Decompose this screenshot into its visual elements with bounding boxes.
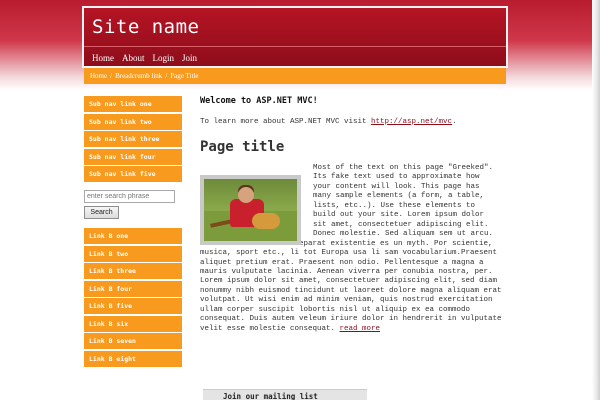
link-b-three[interactable]: Link B three — [84, 263, 182, 279]
welcome-heading: Welcome to ASP.NET MVC! — [200, 96, 318, 106]
search-button[interactable]: Search — [84, 206, 119, 219]
site-header: Site name Home About Login Join — [82, 6, 508, 68]
breadcrumb: Home / Breadcrumb link / Page Title — [84, 68, 506, 84]
feature-photo — [200, 175, 301, 245]
read-more-link[interactable]: read more — [340, 325, 381, 333]
sub-nav-link-one[interactable]: Sub nav link one — [84, 96, 182, 112]
intro-period: . — [452, 118, 457, 126]
site-name[interactable]: Site name — [92, 16, 199, 38]
window-edge — [592, 0, 600, 400]
main-content: Welcome to ASP.NET MVC! To learn more ab… — [200, 96, 502, 334]
page-title: Page title — [200, 139, 285, 155]
breadcrumb-separator: / — [165, 72, 168, 80]
nav-link-about[interactable]: About — [122, 53, 145, 63]
nav-link-join[interactable]: Join — [182, 53, 197, 63]
intro-text: To learn more about ASP.NET MVC visit ht… — [200, 118, 502, 127]
asp-net-link[interactable]: http://asp.net/mvc — [371, 118, 452, 126]
nav-link-login[interactable]: Login — [153, 53, 175, 63]
breadcrumb-current: Page Title — [170, 72, 199, 80]
link-b-two[interactable]: Link B two — [84, 245, 182, 262]
guitar-player-image — [204, 179, 297, 241]
search-input[interactable] — [84, 190, 175, 203]
link-b-one[interactable]: Link B one — [84, 228, 182, 244]
link-b-four[interactable]: Link B four — [84, 280, 182, 297]
intro-sentence: To learn more about ASP.NET MVC visit — [200, 118, 367, 126]
mailing-list-header: Join our mailing list — [203, 389, 367, 400]
sub-nav-link-four[interactable]: Sub nav link four — [84, 148, 182, 165]
sub-nav-link-five[interactable]: Sub nav link five — [84, 166, 182, 182]
sub-nav-link-three[interactable]: Sub nav link three — [84, 131, 182, 147]
link-b-five[interactable]: Link B five — [84, 298, 182, 314]
top-nav: Home About Login Join — [84, 46, 506, 68]
link-b-eight[interactable]: Link B eight — [84, 350, 182, 367]
sidebar: Sub nav link one Sub nav link two Sub na… — [84, 96, 182, 368]
breadcrumb-link[interactable]: Breadcrumb link — [115, 72, 162, 80]
sub-nav-link-two[interactable]: Sub nav link two — [84, 113, 182, 130]
link-b-seven[interactable]: Link B seven — [84, 333, 182, 349]
link-b-six[interactable]: Link B six — [84, 315, 182, 332]
nav-link-home[interactable]: Home — [92, 53, 114, 63]
breadcrumb-separator: / — [110, 72, 113, 80]
breadcrumb-home[interactable]: Home — [90, 72, 107, 80]
